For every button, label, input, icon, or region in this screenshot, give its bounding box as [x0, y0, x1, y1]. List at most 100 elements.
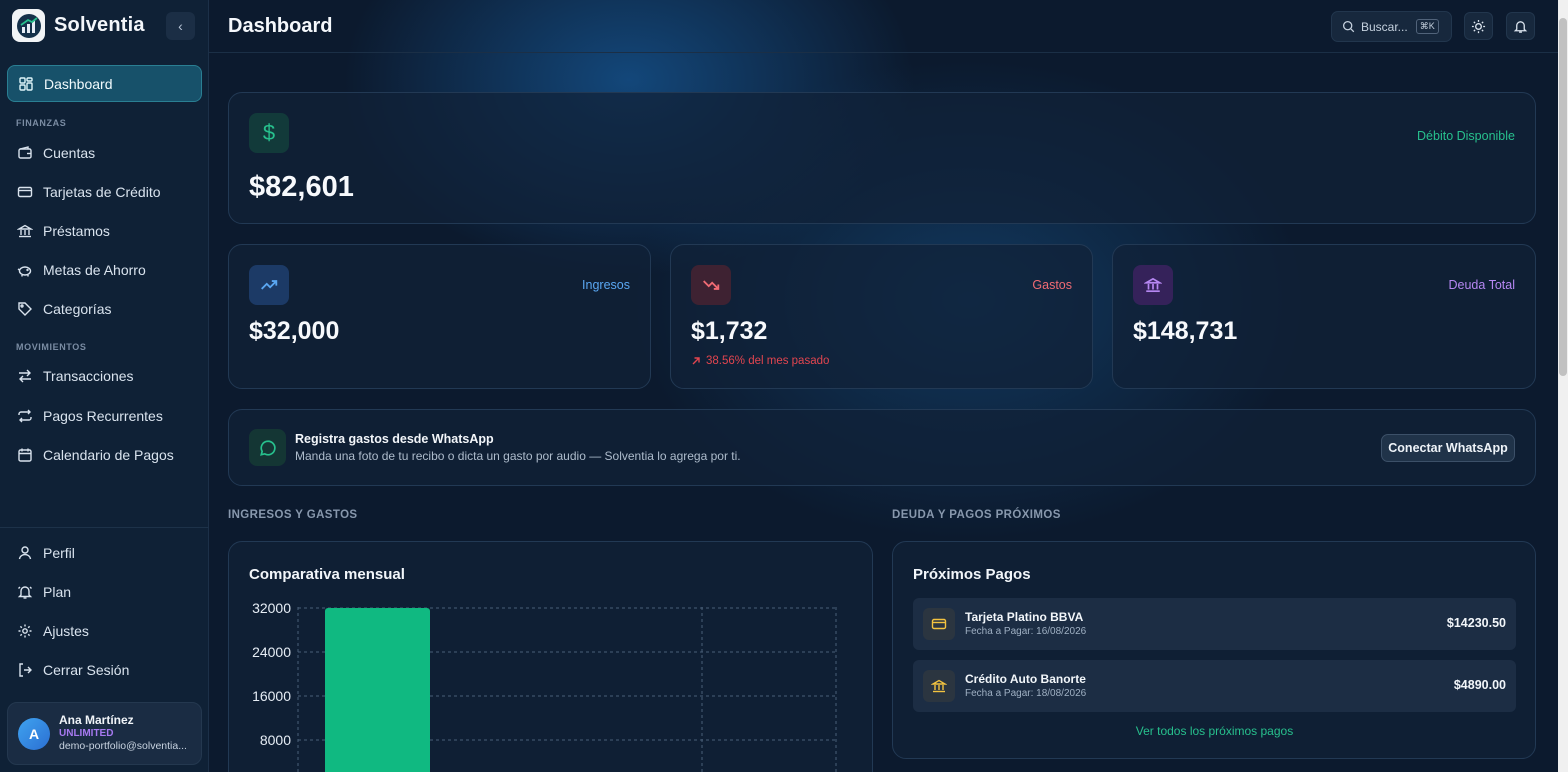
user-icon — [18, 545, 32, 559]
payment-amount: $14230.50 — [1446, 616, 1506, 630]
user-plan-badge: UNLIMITED — [59, 728, 114, 739]
whatsapp-banner: Registra gastos desde WhatsApp Manda una… — [228, 409, 1536, 486]
sidebar-item-label: Metas de Ahorro — [43, 261, 146, 278]
theme-toggle-button[interactable] — [1464, 12, 1493, 40]
sidebar: Solventia ‹ Dashboard FINANZAS Cuentas T… — [0, 0, 209, 772]
topbar: Dashboard Buscar... ⌘K — [209, 0, 1558, 53]
monthly-comparison-chart: 32000 24000 16000 8000 — [252, 600, 837, 772]
bank-icon — [17, 224, 33, 237]
proximos-pagos-title: Próximos Pagos — [913, 566, 1031, 583]
payment-amount: $4890.00 — [1453, 678, 1506, 692]
sidebar-item-ajustes[interactable]: Ajustes — [7, 612, 202, 649]
logout-icon — [19, 662, 32, 677]
notifications-button[interactable] — [1506, 12, 1535, 40]
debito-value: $82,601 — [249, 171, 354, 203]
trend-down-icon — [691, 265, 731, 305]
proximos-pagos-panel: Próximos Pagos Tarjeta Platino BBVA Fech… — [892, 541, 1536, 759]
user-card[interactable]: A Ana Martínez UNLIMITED demo-portfolio@… — [7, 702, 202, 765]
search-shortcut: ⌘K — [1415, 19, 1439, 34]
sidebar-item-cuentas[interactable]: Cuentas — [7, 134, 202, 171]
sidebar-item-plan[interactable]: Plan — [7, 573, 202, 610]
arrows-left-right-icon — [19, 369, 31, 382]
scrollbar-thumb[interactable] — [1559, 18, 1567, 376]
sidebar-item-metas[interactable]: Metas de Ahorro — [7, 251, 202, 288]
sidebar-item-label: Plan — [43, 583, 72, 600]
sidebar-item-label: Cuentas — [43, 144, 96, 161]
connect-whatsapp-button[interactable]: Conectar WhatsApp — [1381, 434, 1515, 462]
sidebar-item-cerrar-sesion[interactable]: Cerrar Sesión — [7, 651, 202, 688]
ingresos-label: Ingresos — [582, 278, 630, 292]
y-tick-label: 16000 — [252, 688, 291, 704]
brand[interactable]: Solventia — [12, 9, 145, 42]
sidebar-item-label: Cerrar Sesión — [43, 661, 130, 678]
search-button[interactable]: Buscar... ⌘K — [1331, 11, 1452, 42]
sidebar-item-label: Transacciones — [43, 367, 134, 384]
chart-bar-0 — [325, 608, 430, 772]
sidebar-item-label: Préstamos — [43, 222, 110, 239]
ingresos-value: $32,000 — [249, 317, 340, 345]
chat-bubble-icon — [249, 429, 286, 466]
section-finanzas: FINANZAS — [16, 118, 67, 128]
user-name: Ana Martínez — [59, 713, 134, 727]
section-ingresos-gastos: INGRESOS Y GASTOS — [228, 509, 358, 521]
sidebar-item-calendario[interactable]: Calendario de Pagos — [7, 436, 202, 473]
sidebar-item-label: Tarjetas de Crédito — [43, 183, 161, 200]
gastos-change: 38.56% del mes pasado — [691, 355, 829, 367]
deuda-label: Deuda Total — [1448, 278, 1516, 292]
bell-icon — [1513, 20, 1528, 33]
section-deuda-pagos: DEUDA Y PAGOS PRÓXIMOS — [892, 509, 1061, 521]
credit-card-icon — [17, 186, 33, 197]
calendar-icon — [18, 448, 32, 462]
payment-row[interactable]: Crédito Auto Banorte Fecha a Pagar: 18/0… — [913, 660, 1516, 712]
sun-icon — [1471, 19, 1486, 33]
user-email: demo-portfolio@solventia... — [59, 740, 187, 752]
repeat-icon — [18, 409, 32, 422]
whatsapp-description: Manda una foto de tu recibo o dicta un g… — [295, 449, 741, 463]
payment-date: Fecha a Pagar: 18/08/2026 — [965, 688, 1087, 699]
page-title: Dashboard — [228, 15, 333, 37]
tag-icon — [18, 301, 32, 316]
bell-ring-icon — [17, 585, 33, 599]
gear-icon — [18, 624, 32, 637]
sidebar-item-transacciones[interactable]: Transacciones — [7, 357, 202, 394]
y-tick-label: 32000 — [252, 600, 291, 616]
sidebar-item-label: Pagos Recurrentes — [43, 407, 163, 424]
section-movimientos: MOVIMIENTOS — [16, 342, 87, 352]
trend-up-icon — [249, 265, 289, 305]
scrollbar[interactable] — [1558, 0, 1568, 772]
gastos-label: Gastos — [1032, 278, 1072, 292]
gastos-change-text: 38.56% del mes pasado — [706, 355, 830, 367]
y-tick-label: 24000 — [252, 644, 291, 660]
debito-card: $ $82,601 Débito Disponible — [228, 92, 1536, 224]
avatar: A — [18, 717, 50, 750]
sidebar-item-label: Categorías — [43, 300, 112, 317]
sidebar-item-perfil[interactable]: Perfil — [7, 534, 202, 571]
sidebar-item-recurrentes[interactable]: Pagos Recurrentes — [7, 397, 202, 434]
search-icon — [1342, 20, 1355, 33]
sidebar-divider — [0, 527, 209, 528]
see-all-payments-link[interactable]: Ver todos los próximos pagos — [893, 724, 1536, 738]
dollar-icon: $ — [249, 113, 289, 153]
bank-icon — [1133, 265, 1173, 305]
sidebar-item-label: Perfil — [43, 544, 75, 561]
piggy-bank-icon — [17, 265, 32, 276]
payment-row[interactable]: Tarjeta Platino BBVA Fecha a Pagar: 16/0… — [913, 598, 1516, 650]
debito-label: Débito Disponible — [1417, 129, 1515, 143]
gastos-card: Gastos $1,732 38.56% del mes pasado — [670, 244, 1093, 389]
y-tick-label: 8000 — [260, 732, 291, 748]
sidebar-item-dashboard[interactable]: Dashboard — [7, 65, 202, 102]
arrow-up-right-icon — [692, 357, 700, 365]
collapse-sidebar-button[interactable]: ‹ — [166, 12, 195, 40]
credit-card-icon — [923, 608, 955, 640]
sidebar-item-label: Ajustes — [43, 622, 89, 639]
sidebar-item-categorias[interactable]: Categorías — [7, 290, 202, 327]
main-content: Dashboard Buscar... ⌘K $ $82,601 Débito … — [209, 0, 1568, 772]
sidebar-item-tarjetas[interactable]: Tarjetas de Crédito — [7, 173, 202, 210]
whatsapp-title: Registra gastos desde WhatsApp — [295, 432, 494, 446]
chart-panel: Comparativa mensual 32000 24000 16000 8000 — [228, 541, 873, 772]
sidebar-item-prestamos[interactable]: Préstamos — [7, 212, 202, 249]
dashboard-icon — [19, 76, 33, 91]
deuda-value: $148,731 — [1133, 317, 1238, 345]
ingresos-card: Ingresos $32,000 — [228, 244, 651, 389]
payment-date: Fecha a Pagar: 16/08/2026 — [965, 626, 1087, 637]
